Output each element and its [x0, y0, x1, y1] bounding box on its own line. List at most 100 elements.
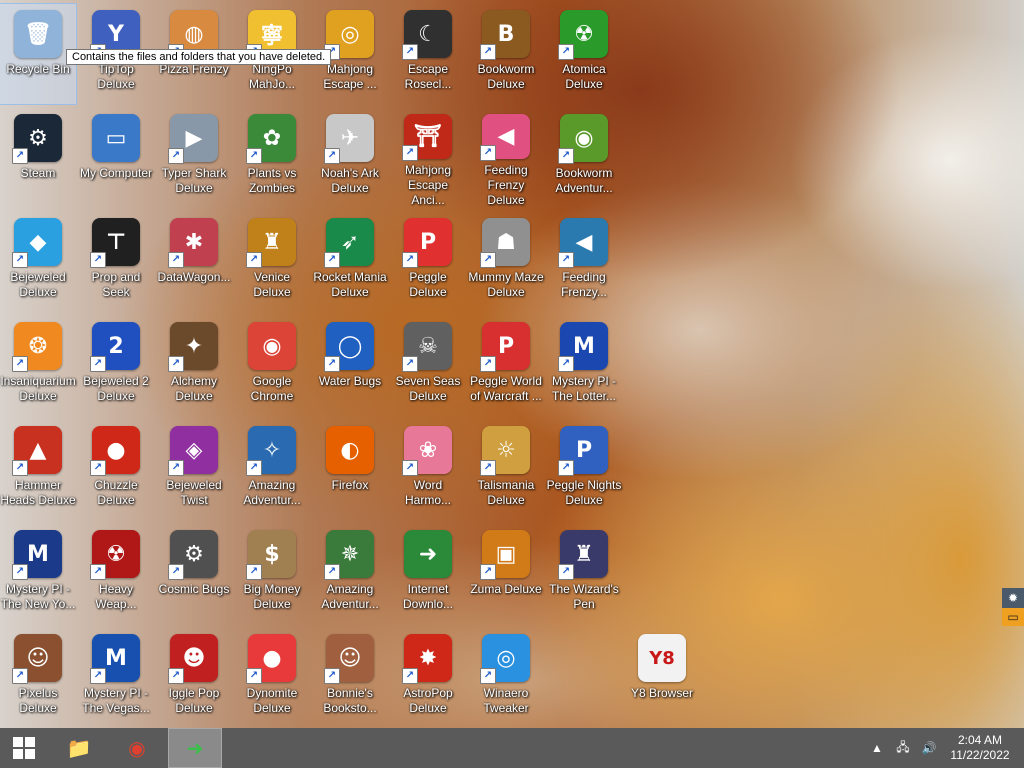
egg-icon: ● ↗ [246, 634, 296, 684]
desktop-icon-gondola[interactable]: ♜ ↗ Venice Deluxe [234, 212, 310, 312]
desktop-icon-label: Typer Shark Deluxe [161, 166, 227, 195]
shortcut-arrow-icon: ↗ [12, 356, 28, 372]
desktop-icon-money-bag[interactable]: $ ↗ Big Money Deluxe [234, 524, 310, 624]
desktop-icon-label: Google Chrome [250, 374, 294, 403]
shortcut-arrow-icon: ↗ [480, 668, 496, 684]
desktop-icon-label: Insaniquarium Deluxe [0, 374, 76, 403]
desktop-icon-mpi-vegas[interactable]: M ↗ Mystery PI - The Vegas... [78, 628, 154, 728]
desktop-icon-label: Mystery PI - The New Yo... [0, 582, 76, 611]
desktop-icon-dove[interactable]: ✈ ↗ Noah's Ark Deluxe [312, 108, 388, 208]
desktop-icon-datawagon[interactable]: ✱ ↗ DataWagon... [156, 212, 232, 312]
desktop-icon-egg[interactable]: ● ↗ Dynomite Deluxe [234, 628, 310, 728]
desktop-icon-download-globe[interactable]: ➜ Internet Downlo... [390, 524, 466, 624]
money-bag-icon: $ ↗ [246, 530, 296, 580]
desktop-icon-fish-2[interactable]: ◀ ↗ Feeding Frenzy... [546, 212, 622, 312]
desktop-icon-radiation[interactable]: ☢ ↗ Heavy Weap... [78, 524, 154, 624]
desktop-icon-mummy[interactable]: ☗ ↗ Mummy Maze Deluxe [468, 212, 544, 312]
desktop-icon-gem-twist[interactable]: ◈ ↗ Bejeweled Twist [156, 420, 232, 520]
download-globe-icon: ➜ [186, 737, 204, 760]
mpi-badge-icon: M ↗ [12, 530, 62, 580]
file-explorer-button[interactable]: 📁 [52, 728, 106, 768]
desktop-icon-gear[interactable]: ⚙ ↗ Cosmic Bugs [156, 524, 232, 624]
desktop-icon-zombie-plant[interactable]: ✿ ↗ Plants vs Zombies [234, 108, 310, 208]
desktop-icon-bookworm[interactable]: ◉ ↗ Bookworm Adventur... [546, 108, 622, 208]
desktop-icon-chuzzle[interactable]: ● ↗ Chuzzle Deluxe [78, 420, 154, 520]
desktop-icon-iggle[interactable]: ☻ ↗ Iggle Pop Deluxe [156, 628, 232, 728]
chrome-taskbar-button[interactable]: ◉ [110, 728, 164, 768]
desktop-icon-gnome[interactable]: ▲ ↗ Hammer Heads Deluxe [0, 420, 76, 520]
steam-icon: ⚙ ↗ [12, 114, 62, 164]
desktop-icon-wizard[interactable]: ✦ ↗ Alchemy Deluxe [156, 316, 232, 416]
desktop-icon-wizard-pen[interactable]: ♜ ↗ The Wizard's Pen [546, 524, 622, 624]
shortcut-arrow-icon: ↗ [12, 668, 28, 684]
network-icon[interactable]: 🖧 [893, 738, 913, 759]
desktop-icon-label: NingPo MahJo... [248, 62, 296, 91]
desktop-icon-steam[interactable]: ⚙ ↗ Steam [0, 108, 76, 208]
gondola-icon: ♜ ↗ [246, 218, 296, 268]
desktop-icon-book[interactable]: B ↗ Bookworm Deluxe [468, 4, 544, 104]
desktop-icon-torii-gate[interactable]: ⛩ ↗ Mahjong Escape Anci... [390, 108, 466, 208]
desktop-icon-peggle-wow[interactable]: P ↗ Peggle World of Warcraft ... [468, 316, 544, 416]
desktop-icon-atomica[interactable]: ☢ ↗ Atomica Deluxe [546, 4, 622, 104]
side-widget[interactable]: ✹ ▭ [1002, 588, 1024, 628]
desktop-icon-bejeweled-2[interactable]: 2 ↗ Bejeweled 2 Deluxe [78, 316, 154, 416]
desktop-icon-astropop[interactable]: ✸ ↗ AstroPop Deluxe [390, 628, 466, 728]
clock[interactable]: 2:04 AM 11/22/2022 [942, 733, 1018, 763]
desktop-icon-y8[interactable]: Y8 Y8 Browser [624, 628, 700, 728]
desktop-icon-label: AstroPop Deluxe [403, 686, 453, 715]
desktop-icon-flower[interactable]: ❀ ↗ Word Harmo... [390, 420, 466, 520]
desktop-icon-shark[interactable]: ▶ ↗ Typer Shark Deluxe [156, 108, 232, 208]
gem-twist-icon: ◈ ↗ [168, 426, 218, 476]
desktop-icon-compass-gem[interactable]: ✧ ↗ Amazing Adventur... [234, 420, 310, 520]
skull-icon: ☠ ↗ [402, 322, 452, 372]
desktop-icon-bonnie[interactable]: ☺ ↗ Bonnie's Booksto... [312, 628, 388, 728]
start-button[interactable] [0, 728, 48, 768]
shortcut-arrow-icon: ↗ [324, 668, 340, 684]
desktop-icon-rocket[interactable]: ➶ ↗ Rocket Mania Deluxe [312, 212, 388, 312]
desktop-icon-label: Mystery PI - The Lotter... [551, 374, 617, 403]
desktop-icon-diamond[interactable]: ◆ ↗ Bejeweled Deluxe [0, 212, 76, 312]
desktop-icon-peggle-nights[interactable]: P ↗ Peggle Nights Deluxe [546, 420, 622, 520]
shortcut-arrow-icon: ↗ [246, 564, 262, 580]
desktop-icon-moon[interactable]: ☾ ↗ Escape Rosecl... [390, 4, 466, 104]
gnome-icon: ▲ ↗ [12, 426, 62, 476]
desktop-icon-talisman[interactable]: ☼ ↗ Talismania Deluxe [468, 420, 544, 520]
porthole-icon: ◯ ↗ [324, 322, 374, 372]
desktop-icon-fish[interactable]: ◀ ↗ Feeding Frenzy Deluxe [468, 108, 544, 208]
desktop-icon-label: Prop and Seek [91, 270, 141, 299]
desktop-icon-prop-seek[interactable]: ⊤ ↗ Prop and Seek [78, 212, 154, 312]
desktop-icon-label: Talismania Deluxe [477, 478, 535, 507]
desktop-icon-recycle-bin[interactable]: 🗑 Recycle Bin [0, 3, 77, 105]
zombie-plant-icon: ✿ ↗ [246, 114, 296, 164]
desktop-icon-label: Noah's Ark Deluxe [321, 166, 379, 195]
desktop-icon-label: Chuzzle Deluxe [94, 478, 138, 507]
desktop-icon-firefox[interactable]: ◐ Firefox [312, 420, 388, 520]
desktop-icon-porthole[interactable]: ◯ ↗ Water Bugs [312, 316, 388, 416]
desktop-icon-winaero[interactable]: ◎ ↗ Winaero Tweaker [468, 628, 544, 728]
desktop[interactable]: 🗑 Recycle Bin ⚙ ↗ Steam ◆ ↗ Bejeweled Deluxe ❂ ↗ I… [0, 0, 1024, 728]
desktop-icon-zuma[interactable]: ▣ ↗ Zuma Deluxe [468, 524, 544, 624]
desktop-icon-label: TipTop Deluxe [97, 62, 135, 91]
settings-widget-icon[interactable]: ✹ [1002, 588, 1024, 608]
desktop-icon-label: Zuma Deluxe [470, 582, 542, 596]
internet-download-manager-button[interactable]: ➜ [168, 728, 222, 768]
monitor-widget-icon[interactable]: ▭ [1002, 608, 1024, 626]
desktop-icon-compass[interactable]: ✵ ↗ Amazing Adventur... [312, 524, 388, 624]
desktop-icon-chrome[interactable]: ◉ Google Chrome [234, 316, 310, 416]
desktop-icon-mpi-lottery[interactable]: M ↗ Mystery PI - The Lotter... [546, 316, 622, 416]
volume-icon[interactable]: 🔊 [919, 741, 939, 755]
desktop-icon-skull[interactable]: ☠ ↗ Seven Seas Deluxe [390, 316, 466, 416]
desktop-icon-peggle[interactable]: P ↗ Peggle Deluxe [390, 212, 466, 312]
desktop-icon-label: Bejeweled 2 Deluxe [83, 374, 149, 403]
y8-icon: Y8 [638, 634, 686, 682]
shortcut-arrow-icon: ↗ [168, 356, 184, 372]
iggle-icon: ☻ ↗ [168, 634, 218, 684]
shortcut-arrow-icon: ↗ [558, 460, 574, 476]
desktop-icon-pixelus[interactable]: ☺ ↗ Pixelus Deluxe [0, 628, 76, 728]
desktop-icon-goldfish[interactable]: ❂ ↗ Insaniquarium Deluxe [0, 316, 76, 416]
show-hidden-icons-icon[interactable]: ▲ [867, 741, 887, 755]
desktop-icon-mpi-badge[interactable]: M ↗ Mystery PI - The New Yo... [0, 524, 76, 624]
desktop-icon-computer[interactable]: ▭ My Computer [78, 108, 154, 208]
compass-icon: ✵ ↗ [324, 530, 374, 580]
shortcut-arrow-icon: ↗ [12, 460, 28, 476]
